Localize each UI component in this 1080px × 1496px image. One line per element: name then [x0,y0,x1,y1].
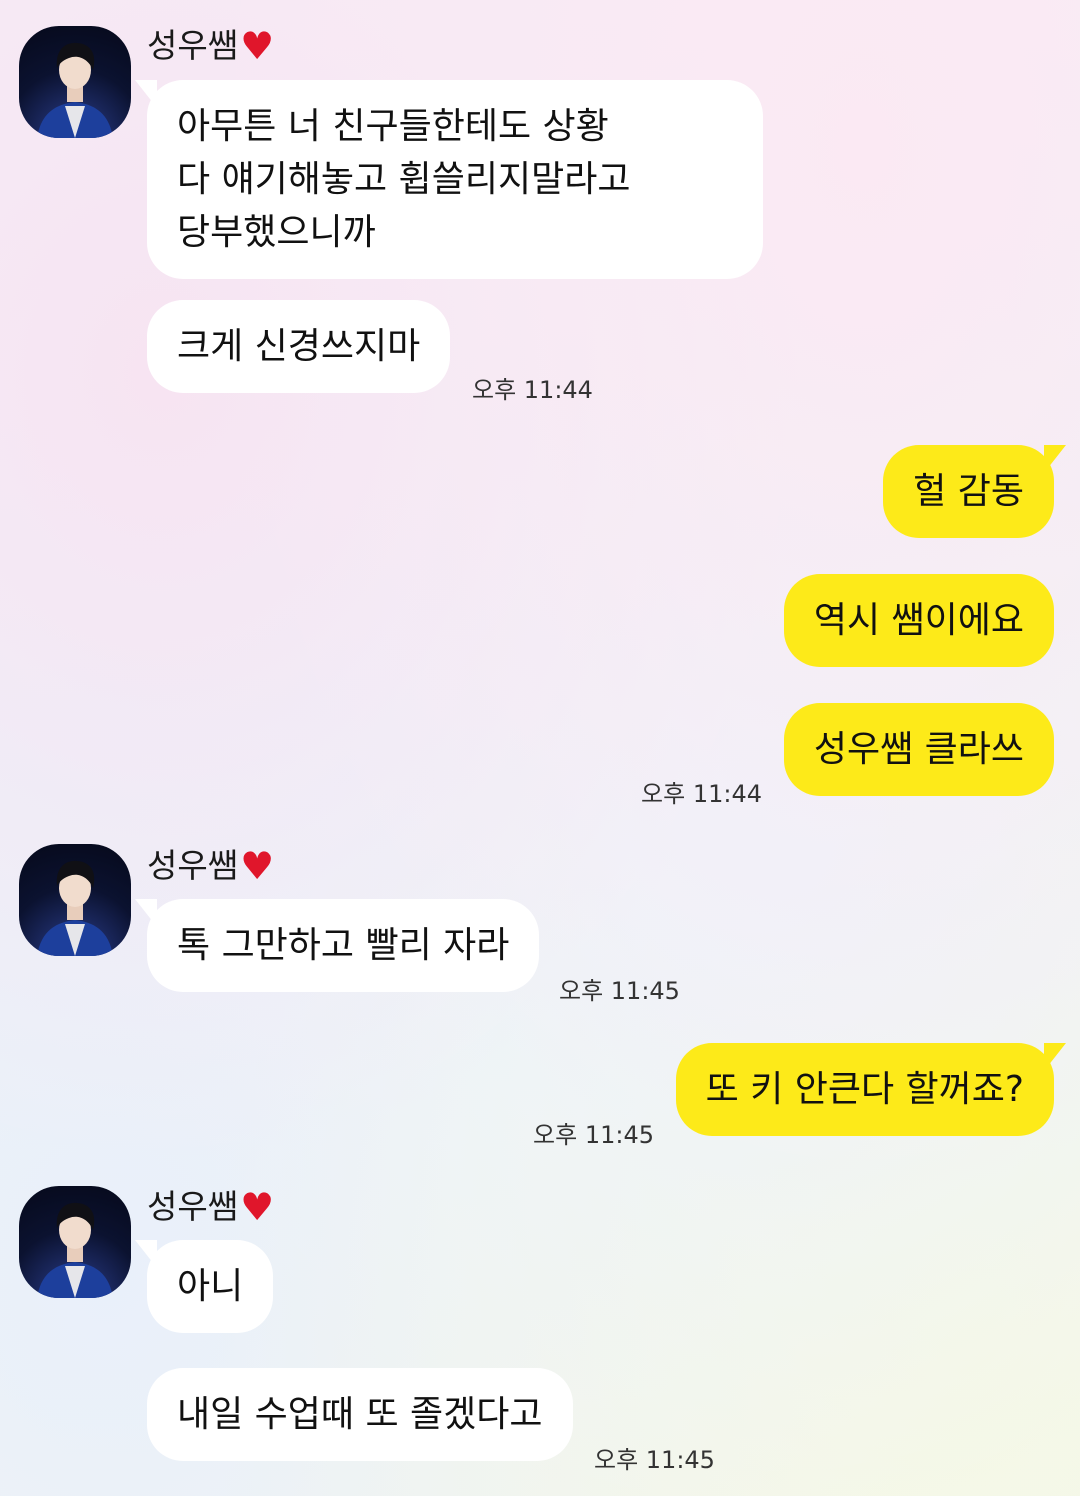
incoming-message[interactable]: 톡 그만하고 빨리 자라 [134,899,540,992]
message-timestamp: 오후 11:44 [472,376,593,404]
message-timestamp: 오후 11:45 [559,977,680,1005]
profile-photo-icon [37,1202,113,1298]
outgoing-message[interactable]: 또 키 안큰다 할꺼죠? [675,1043,1067,1136]
profile-photo-icon [37,42,113,138]
outgoing-message[interactable]: 성우쌤 클라쓰 [783,703,1054,796]
outgoing-message[interactable]: 역시 쌤이에요 [783,574,1054,667]
heart-icon: ♥ [240,24,275,68]
incoming-message[interactable]: 내일 수업때 또 졸겠다고 [147,1368,573,1461]
heart-icon: ♥ [240,1185,275,1229]
sender-name: 성우쌤 ♥ [147,22,274,70]
message-timestamp: 오후 11:44 [641,780,762,808]
message-timestamp: 오후 11:45 [533,1121,654,1149]
sender-avatar[interactable] [19,1186,131,1298]
outgoing-message[interactable]: 헐 감동 [883,445,1066,538]
incoming-message[interactable]: 아무튼 너 친구들한테도 상황 다 얘기해놓고 휩쓸리지말라고 당부했으니까 [135,80,763,279]
sender-name: 성우쌤 ♥ [147,842,274,890]
message-timestamp: 오후 11:45 [594,1446,715,1474]
sender-name-text: 성우쌤 [147,26,239,65]
profile-photo-icon [37,860,113,956]
sender-name: 성우쌤 ♥ [147,1183,274,1231]
sender-name-text: 성우쌤 [147,1187,239,1226]
incoming-message[interactable]: 아니 [134,1240,274,1333]
sender-name-text: 성우쌤 [147,846,239,885]
incoming-message[interactable]: 크게 신경쓰지마 [147,300,451,393]
sender-avatar[interactable] [19,844,131,956]
sender-avatar[interactable] [19,26,131,138]
heart-icon: ♥ [240,844,275,888]
